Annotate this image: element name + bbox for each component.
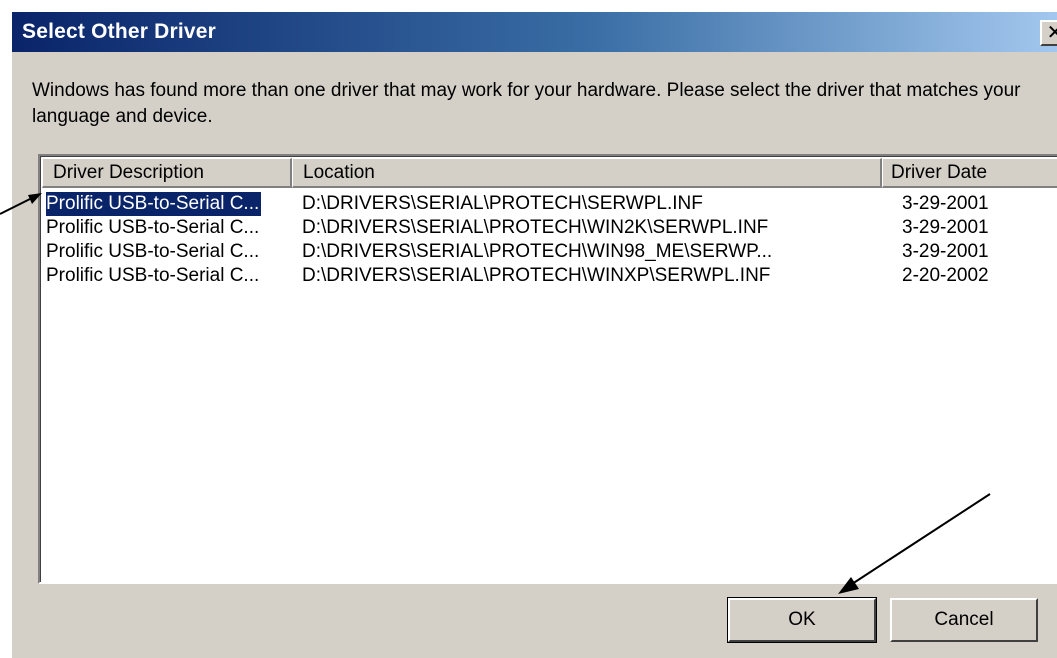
list-header: Driver Description Location Driver Date: [42, 158, 1057, 188]
driver-rows: Prolific USB-to-Serial C... D:\DRIVERS\S…: [44, 191, 1057, 288]
driver-location: D:\DRIVERS\SERIAL\PROTECH\WINXP\SERWPL.I…: [302, 265, 771, 286]
driver-description: Prolific USB-to-Serial C...: [44, 191, 263, 217]
driver-location: D:\DRIVERS\SERIAL\PROTECH\WIN2K\SERWPL.I…: [302, 217, 769, 238]
driver-row[interactable]: Prolific USB-to-Serial C... D:\DRIVERS\S…: [44, 264, 1057, 288]
column-header-driver-description[interactable]: Driver Description: [42, 158, 292, 188]
select-other-driver-dialog: Select Other Driver ✕ Windows has found …: [10, 10, 1057, 658]
driver-location: D:\DRIVERS\SERIAL\PROTECH\SERWPL.INF: [302, 193, 703, 214]
instruction-text: Windows has found more than one driver t…: [32, 80, 1021, 127]
column-header-driver-date[interactable]: Driver Date: [882, 158, 1057, 188]
driver-date: 2-20-2002: [902, 265, 989, 286]
cancel-button[interactable]: Cancel: [890, 598, 1038, 642]
driver-date: 3-29-2001: [902, 193, 989, 214]
driver-row[interactable]: Prolific USB-to-Serial C... D:\DRIVERS\S…: [44, 191, 1057, 217]
driver-date: 3-29-2001: [902, 241, 989, 262]
driver-description: Prolific USB-to-Serial C...: [46, 241, 260, 262]
dialog-title: Select Other Driver: [22, 20, 217, 43]
driver-row[interactable]: Prolific USB-to-Serial C... D:\DRIVERS\S…: [44, 216, 1057, 240]
driver-list[interactable]: Driver Description Location Driver Date …: [38, 154, 1057, 584]
driver-description: Prolific USB-to-Serial C...: [46, 265, 260, 286]
driver-row[interactable]: Prolific USB-to-Serial C... D:\DRIVERS\S…: [44, 240, 1057, 264]
column-header-location[interactable]: Location: [292, 158, 882, 188]
page: Select Other Driver ✕ Windows has found …: [0, 0, 1057, 658]
ok-button[interactable]: OK: [727, 597, 877, 643]
driver-location: D:\DRIVERS\SERIAL\PROTECH\WIN98_ME\SERWP…: [302, 241, 773, 262]
close-button[interactable]: ✕: [1040, 20, 1057, 46]
driver-date: 3-29-2001: [902, 217, 989, 238]
close-icon: ✕: [1046, 20, 1057, 44]
driver-description: Prolific USB-to-Serial C...: [46, 217, 260, 238]
title-bar[interactable]: Select Other Driver ✕: [12, 12, 1057, 52]
